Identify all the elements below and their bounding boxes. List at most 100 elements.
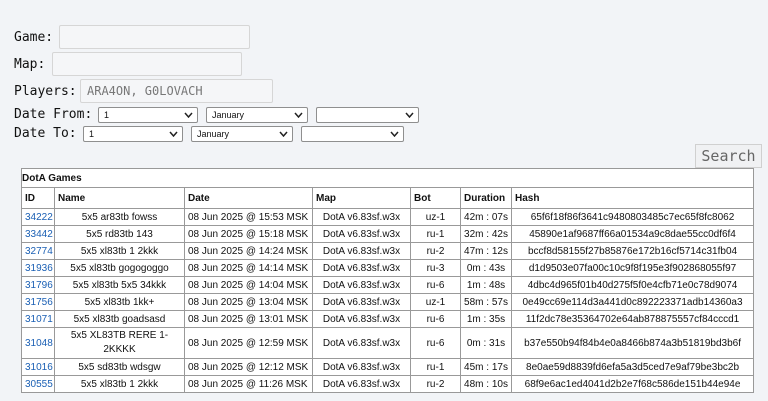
- game-map-cell: DotA v6.83sf.w3x: [312, 293, 411, 311]
- date-from-month-select[interactable]: January: [206, 107, 308, 123]
- game-id-link[interactable]: 31071: [25, 314, 53, 325]
- game-id-link[interactable]: 31048: [25, 338, 53, 349]
- game-hash-cell: 0e49cc69e114d3a441d0c892223371adb14360a3: [510, 293, 755, 311]
- game-duration-cell: 1m : 35s: [460, 310, 512, 328]
- game-id-link[interactable]: 30555: [25, 379, 53, 390]
- game-bot-cell: ru-6: [410, 327, 461, 359]
- players-input[interactable]: ARA4ON, G0LOVACH: [80, 79, 273, 103]
- game-hash-cell: bccf8d58155f27b85876e172b16cf5714c31fb04: [510, 242, 755, 260]
- game-duration-cell: 1m : 48s: [460, 276, 512, 294]
- game-id-link[interactable]: 32774: [25, 246, 53, 257]
- date-to-day-select[interactable]: 1: [83, 126, 183, 142]
- game-bot-cell: ru-1: [410, 225, 461, 243]
- game-date-cell: 08 Jun 2025 @ 12:12 MSK: [184, 358, 313, 376]
- game-id-link[interactable]: 31796: [25, 280, 53, 291]
- date-from-day-select[interactable]: 1: [98, 107, 198, 123]
- game-label: Game:: [14, 30, 54, 45]
- date-from-day-value: 1: [104, 110, 110, 120]
- game-map-cell: DotA v6.83sf.w3x: [312, 208, 411, 226]
- date-to-month-value: January: [197, 129, 230, 139]
- chevron-down-icon: [168, 128, 179, 140]
- game-id-link[interactable]: 31756: [25, 297, 53, 308]
- date-from-year-select[interactable]: [316, 107, 419, 123]
- date-from-month-value: January: [212, 110, 245, 120]
- game-id-link[interactable]: 34222: [25, 212, 53, 223]
- game-map-cell: DotA v6.83sf.w3x: [312, 276, 411, 294]
- chevron-down-icon: [389, 128, 400, 140]
- game-bot-cell: uz-1: [410, 208, 461, 226]
- game-duration-cell: 58m : 57s: [460, 293, 512, 311]
- header-id: ID: [21, 187, 55, 209]
- game-map-cell: DotA v6.83sf.w3x: [312, 327, 411, 359]
- game-id-cell: 31048: [21, 327, 55, 359]
- game-name-cell: 5x5 xl83tb 1 2kkk: [54, 375, 185, 393]
- game-duration-cell: 32m : 42s: [460, 225, 512, 243]
- game-hash-cell: d1d9503e07fa00c10c9f8f195e3f902868055f97: [510, 259, 755, 277]
- players-label: Players:: [14, 84, 77, 99]
- date-to-month-select[interactable]: January: [191, 126, 293, 142]
- table-row: 31936 5x5 xl83tb gogogoggo 08 Jun 2025 @ 1…: [21, 259, 755, 277]
- table-row: 31016 5x5 sd83tb wdsgw 08 Jun 2025 @ 12:12…: [21, 358, 755, 376]
- table-row: 31048 5x5 XL83TB RERE 1-2KKKK 08 Jun 2025 …: [21, 327, 755, 359]
- game-map-cell: DotA v6.83sf.w3x: [312, 375, 411, 393]
- game-name-cell: 5x5 ar83tb fowss: [54, 208, 185, 226]
- game-duration-cell: 47m : 12s: [460, 242, 512, 260]
- map-input[interactable]: [52, 52, 242, 76]
- date-to-day-value: 1: [89, 129, 95, 139]
- game-id-cell: 31016: [21, 358, 55, 376]
- table-row: 31756 5x5 xl83tb 1kk+ 08 Jun 2025 @ 13:04 …: [21, 293, 755, 311]
- table-header-row: ID Name Date Map Bot Duration Hash: [21, 187, 755, 209]
- game-duration-cell: 0m : 31s: [460, 327, 512, 359]
- chevron-down-icon: [183, 109, 194, 121]
- game-date-cell: 08 Jun 2025 @ 13:01 MSK: [184, 310, 313, 328]
- game-hash-cell: b37e550b94f84b4e0a8466b874a3b51819bd3b6f: [510, 327, 755, 359]
- table-row: 32774 5x5 xl83tb 1 2kkk 08 Jun 2025 @ 14:2…: [21, 242, 755, 260]
- game-bot-cell: ru-2: [410, 375, 461, 393]
- game-map-cell: DotA v6.83sf.w3x: [312, 310, 411, 328]
- game-id-cell: 32774: [21, 242, 55, 260]
- game-id-cell: 33442: [21, 225, 55, 243]
- table-row: 33442 5x5 rd83tb 143 08 Jun 2025 @ 15:18 M…: [21, 225, 755, 243]
- header-hash: Hash: [510, 187, 755, 209]
- game-date-cell: 08 Jun 2025 @ 12:59 MSK: [184, 327, 313, 359]
- date-to-year-select[interactable]: [301, 126, 404, 142]
- game-duration-cell: 45m : 17s: [460, 358, 512, 376]
- header-name: Name: [54, 187, 185, 209]
- game-input[interactable]: [59, 25, 250, 49]
- game-date-cell: 08 Jun 2025 @ 14:04 MSK: [184, 276, 313, 294]
- game-id-cell: 30555: [21, 375, 55, 393]
- game-bot-cell: ru-6: [410, 310, 461, 328]
- game-hash-cell: 65f6f18f86f3641c9480803485c7ec65f8fc8062: [510, 208, 755, 226]
- game-name-cell: 5x5 rd83tb 143: [54, 225, 185, 243]
- game-date-cell: 08 Jun 2025 @ 14:14 MSK: [184, 259, 313, 277]
- game-id-link[interactable]: 31936: [25, 263, 53, 274]
- game-id-cell: 31071: [21, 310, 55, 328]
- map-label: Map:: [14, 57, 46, 72]
- game-bot-cell: ru-3: [410, 259, 461, 277]
- game-hash-cell: 45890e1af9687ff66a01534a9c8dae55cc0df6f4: [510, 225, 755, 243]
- game-bot-cell: ru-2: [410, 242, 461, 260]
- header-duration: Duration: [460, 187, 512, 209]
- game-id-cell: 31756: [21, 293, 55, 311]
- search-button[interactable]: Search: [695, 144, 762, 168]
- table-row: 31071 5x5 xl83tb goadsasd 08 Jun 2025 @ 13…: [21, 310, 755, 328]
- game-name-cell: 5x5 xl83tb 5x5 34kkk: [54, 276, 185, 294]
- game-hash-cell: 8e0ae59d8839fd6efa5a3d5ced7e9af79be3bc2b: [510, 358, 755, 376]
- header-bot: Bot: [410, 187, 461, 209]
- game-hash-cell: 11f2dc78e35364702e64ab878875557cf84cccd1: [510, 310, 755, 328]
- game-duration-cell: 42m : 07s: [460, 208, 512, 226]
- table-caption: DotA Games: [20, 168, 755, 188]
- game-id-cell: 31796: [21, 276, 55, 294]
- game-map-cell: DotA v6.83sf.w3x: [312, 259, 411, 277]
- game-date-cell: 08 Jun 2025 @ 15:53 MSK: [184, 208, 313, 226]
- header-map: Map: [312, 187, 411, 209]
- game-id-link[interactable]: 31016: [25, 362, 53, 373]
- game-hash-cell: 68f9e6ac1ed4041d2b2e7f68c586de151b44e94e: [510, 375, 755, 393]
- game-bot-cell: ru-1: [410, 358, 461, 376]
- game-id-link[interactable]: 33442: [25, 229, 53, 240]
- chevron-down-icon: [278, 128, 289, 140]
- game-name-cell: 5x5 xl83tb 1 2kkk: [54, 242, 185, 260]
- game-name-cell: 5x5 xl83tb gogogoggo: [54, 259, 185, 277]
- game-name-cell: 5x5 XL83TB RERE 1-2KKKK: [54, 327, 185, 359]
- game-date-cell: 08 Jun 2025 @ 15:18 MSK: [184, 225, 313, 243]
